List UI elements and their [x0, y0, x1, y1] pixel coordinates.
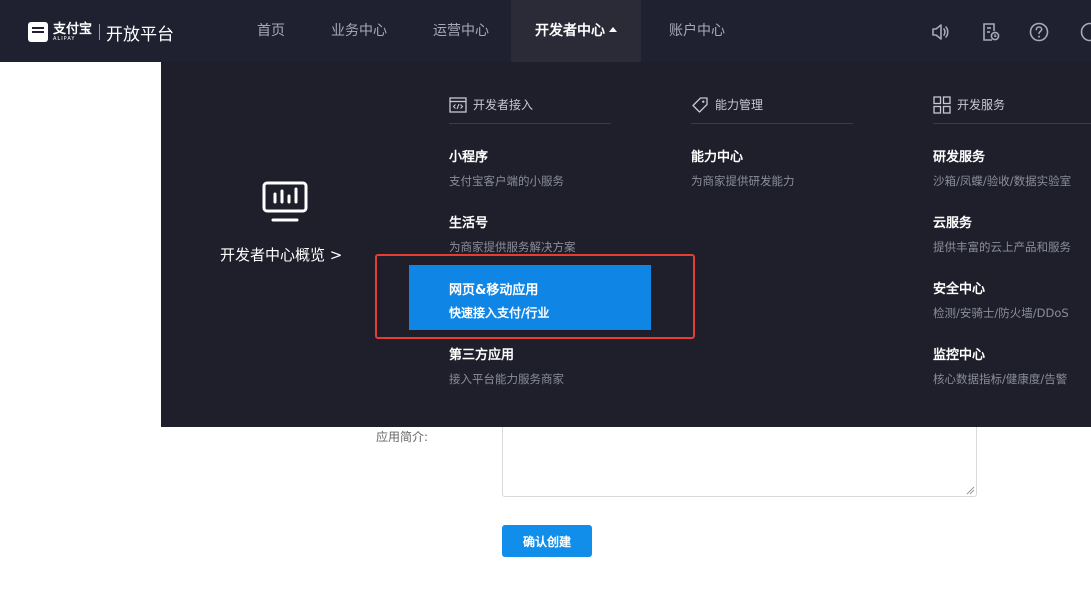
help-icon[interactable]	[1029, 22, 1049, 42]
menu-item-third-party-app[interactable]: 第三方应用 接入平台能力服务商家	[449, 347, 564, 387]
developer-overview-link[interactable]: 开发者中心概览 >	[161, 62, 381, 427]
logo-divider	[99, 24, 101, 40]
document-clock-icon[interactable]	[980, 22, 1000, 42]
nav-developer-center-label: 开发者中心	[535, 23, 605, 39]
column-heading-label: 开发服务	[957, 98, 1006, 112]
alipay-logo[interactable]: 支付宝 ALIPAY 开放平台	[28, 20, 175, 45]
menu-item-desc: 核心数据指标/健康度/告警	[933, 372, 1068, 386]
menu-item-title: 安全中心	[933, 282, 986, 297]
menu-item-rd-services[interactable]: 研发服务 沙箱/凤蝶/验收/数据实验室	[933, 149, 1071, 189]
logo-cn-text: 支付宝	[53, 21, 93, 37]
menu-item-desc: 支付宝客户端的小服务	[449, 174, 564, 188]
grid-icon	[933, 96, 951, 114]
developer-overview-label: 开发者中心概览 >	[220, 246, 343, 264]
code-window-icon	[449, 97, 467, 113]
column-heading-label: 开发者接入	[473, 98, 534, 112]
menu-item-desc: 接入平台能力服务商家	[449, 372, 564, 386]
nav-operations-center[interactable]: 运营中心	[433, 0, 489, 62]
menu-item-title: 研发服务	[933, 150, 986, 165]
menu-item-cloud-services[interactable]: 云服务 提供丰富的云上产品和服务	[933, 215, 1071, 255]
menu-item-mini-program[interactable]: 小程序 支付宝客户端的小服务	[449, 149, 564, 189]
menu-item-capability-center[interactable]: 能力中心 为商家提供研发能力	[691, 149, 795, 189]
monitor-chart-icon	[262, 181, 308, 222]
platform-title: 开放平台	[106, 24, 175, 45]
app-intro-textarea[interactable]	[502, 420, 977, 497]
nav-home[interactable]: 首页	[257, 0, 285, 62]
speaker-icon[interactable]	[930, 22, 950, 42]
column-heading-label: 能力管理	[715, 98, 764, 112]
menu-item-desc: 为商家提供服务解决方案	[449, 240, 576, 254]
resize-grip-icon[interactable]	[966, 486, 975, 495]
nav-business-center[interactable]: 业务中心	[331, 0, 387, 62]
menu-item-desc: 沙箱/凤蝶/验收/数据实验室	[933, 174, 1072, 188]
menu-item-desc: 提供丰富的云上产品和服务	[933, 240, 1071, 254]
menu-item-title: 第三方应用	[449, 348, 515, 363]
column-heading-capability: 能力管理	[691, 96, 853, 124]
menu-item-security-center[interactable]: 安全中心 检测/安骑士/防火墙/DDoS	[933, 281, 1069, 321]
menu-item-monitoring-center[interactable]: 监控中心 核心数据指标/健康度/告警	[933, 347, 1067, 387]
menu-item-desc: 检测/安骑士/防火墙/DDoS	[933, 306, 1069, 320]
menu-item-life-account[interactable]: 生活号 为商家提供服务解决方案	[449, 215, 576, 255]
alipay-icon	[28, 22, 48, 42]
caret-up-icon	[609, 27, 617, 32]
menu-item-title: 生活号	[449, 216, 489, 231]
menu-item-title: 小程序	[449, 150, 489, 165]
menu-item-title: 能力中心	[691, 150, 744, 165]
app-intro-label: 应用简介:	[376, 430, 429, 444]
nav-account-center[interactable]: 账户中心	[669, 0, 725, 62]
menu-item-title: 云服务	[933, 216, 973, 231]
top-nav-bar: 支付宝 ALIPAY 开放平台 首页 业务中心 运营中心 开发者中心 账户中心	[0, 0, 1091, 62]
tag-icon	[692, 97, 708, 113]
confirm-create-button[interactable]: 确认创建	[502, 525, 592, 557]
logo-en-text: ALIPAY	[53, 35, 76, 42]
menu-item-title: 监控中心	[933, 348, 986, 363]
column-heading-dev-services: 开发服务	[933, 96, 1091, 124]
user-avatar-icon[interactable]	[1080, 22, 1091, 42]
nav-developer-center[interactable]: 开发者中心	[511, 0, 641, 62]
menu-item-desc: 为商家提供研发能力	[691, 174, 795, 188]
column-heading-developer-access: 开发者接入	[449, 96, 611, 124]
annotation-highlight-box	[375, 254, 695, 339]
